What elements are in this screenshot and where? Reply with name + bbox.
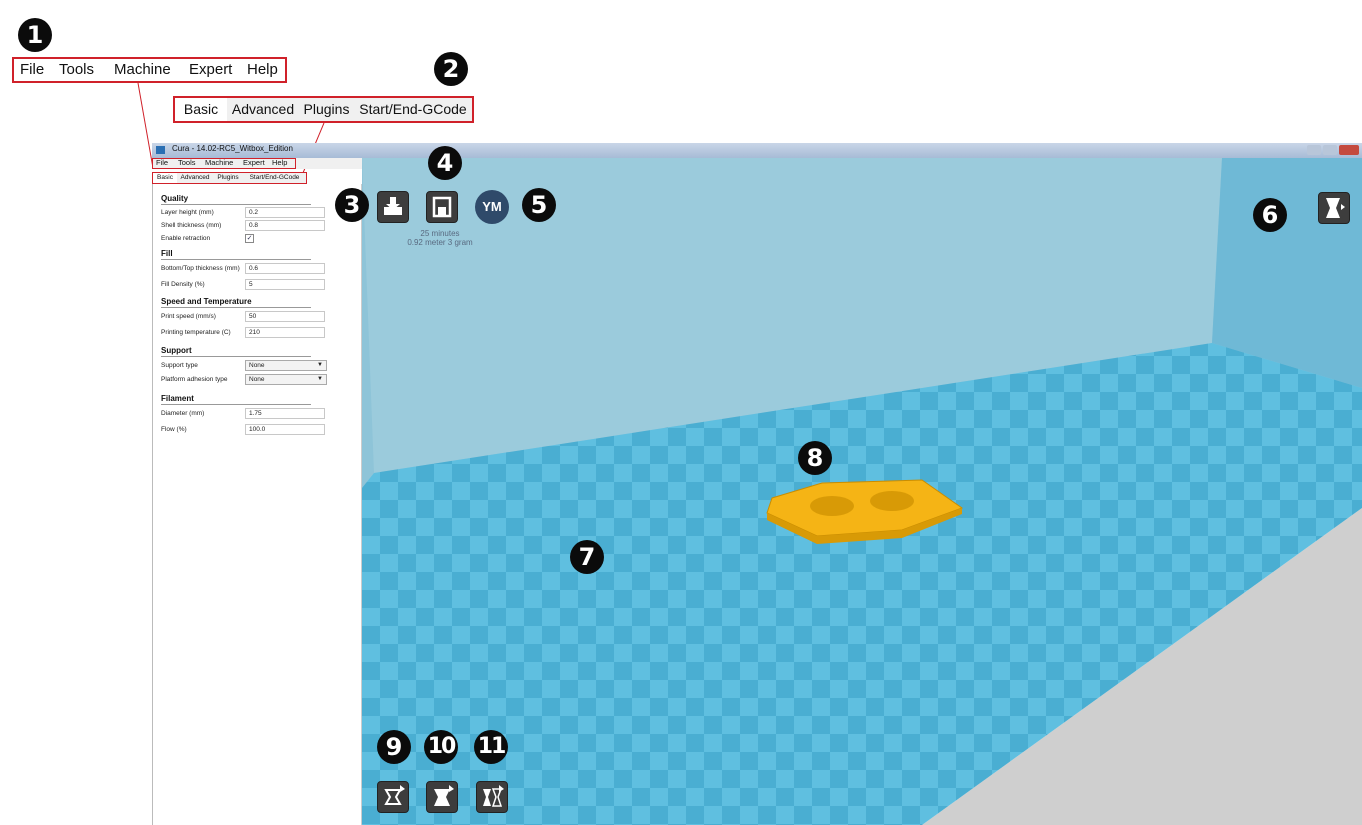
divider — [161, 204, 311, 205]
enable-retraction-checkbox[interactable]: ✓ — [245, 234, 254, 243]
load-model-icon — [384, 197, 402, 215]
app-settings-tabs: Basic Advanced Plugins Start/End-GCode — [152, 172, 307, 184]
callout-6: 6 — [1253, 198, 1287, 232]
divider — [161, 307, 311, 308]
callout-5: 5 — [522, 188, 556, 222]
app-tab-basic[interactable]: Basic — [153, 173, 178, 183]
platform-adhesion-value: None — [249, 376, 265, 383]
callout-3: 3 — [335, 188, 369, 222]
flow-field[interactable]: 100.0 — [245, 424, 325, 435]
diameter-label: Diameter (mm) — [161, 410, 205, 417]
scale-icon — [434, 785, 454, 806]
shell-thickness-field[interactable]: 0.8 — [245, 220, 325, 231]
window-titlebar: Cura - 14.02-RC5_Witbox_Edition — [152, 143, 1362, 158]
chevron-down-icon: ▼ — [317, 376, 323, 382]
fill-density-field[interactable]: 5 — [245, 279, 325, 290]
printing-temperature-field[interactable]: 210 — [245, 327, 325, 338]
enable-retraction-label: Enable retraction — [161, 235, 211, 242]
scale-button[interactable] — [426, 781, 458, 813]
callout-8: 8 — [798, 441, 832, 475]
app-icon — [156, 146, 165, 154]
app-tab-plugins[interactable]: Plugins — [213, 173, 244, 183]
3d-viewport[interactable] — [362, 158, 1362, 825]
youmagine-button[interactable]: YM — [475, 190, 509, 224]
rotate-icon — [384, 785, 405, 805]
section-filament: Filament — [161, 394, 194, 403]
fill-density-label: Fill Density (%) — [161, 281, 205, 288]
callout-9: 9 — [377, 730, 411, 764]
divider — [161, 356, 311, 357]
printing-temperature-label: Printing temperature (C) — [161, 329, 231, 336]
maximize-icon[interactable] — [1323, 145, 1337, 155]
diameter-field[interactable]: 1.75 — [245, 408, 325, 419]
print-speed-label: Print speed (mm/s) — [161, 313, 216, 320]
close-icon[interactable] — [1339, 145, 1359, 155]
build-volume-scene — [362, 158, 1362, 825]
app-tab-advanced[interactable]: Advanced — [177, 173, 214, 183]
section-fill: Fill — [161, 249, 173, 258]
bottom-top-thickness-field[interactable]: 0.6 — [245, 263, 325, 274]
support-type-label: Support type — [161, 362, 198, 369]
view-mode-icon — [1326, 198, 1345, 218]
layer-height-label: Layer height (mm) — [161, 209, 214, 216]
rotate-button[interactable] — [377, 781, 409, 813]
bottom-top-thickness-label: Bottom/Top thickness (mm) — [161, 265, 240, 272]
chevron-down-icon: ▼ — [317, 362, 323, 368]
divider — [161, 404, 311, 405]
section-speed-temperature: Speed and Temperature — [161, 297, 252, 306]
minimize-icon[interactable] — [1307, 145, 1321, 155]
callout-4: 4 — [428, 146, 462, 180]
mirror-icon — [483, 785, 504, 807]
callout-7: 7 — [570, 540, 604, 574]
print-estimate: 25 minutes 0.92 meter 3 gram — [400, 229, 480, 247]
shell-thickness-label: Shell thickness (mm) — [161, 222, 222, 229]
section-quality: Quality — [161, 194, 189, 203]
mirror-button[interactable] — [476, 781, 508, 813]
save-toolpath-icon — [432, 196, 452, 218]
callout-11: 11 — [474, 730, 508, 764]
settings-panel: Quality Layer height (mm) 0.2 Shell thic… — [152, 184, 362, 825]
window-title: Cura - 14.02-RC5_Witbox_Edition — [172, 144, 293, 153]
layer-height-field[interactable]: 0.2 — [245, 207, 325, 218]
platform-adhesion-label: Platform adhesion type — [161, 376, 228, 383]
flow-label: Flow (%) — [161, 426, 187, 433]
app-tab-start-end-gcode[interactable]: Start/End-GCode — [243, 173, 306, 183]
app-menu-highlight — [152, 158, 296, 169]
platform-adhesion-select[interactable]: None ▼ — [245, 374, 327, 385]
callout-10: 10 — [424, 730, 458, 764]
print-time: 25 minutes — [420, 229, 460, 238]
print-material: 0.92 meter 3 gram — [407, 238, 473, 247]
save-toolpath-button[interactable] — [426, 191, 458, 223]
support-type-value: None — [249, 362, 265, 369]
print-speed-field[interactable]: 50 — [245, 311, 325, 322]
load-model-button[interactable] — [377, 191, 409, 223]
divider — [161, 259, 311, 260]
view-mode-button[interactable] — [1318, 192, 1350, 224]
support-type-select[interactable]: None ▼ — [245, 360, 327, 371]
section-support: Support — [161, 346, 192, 355]
